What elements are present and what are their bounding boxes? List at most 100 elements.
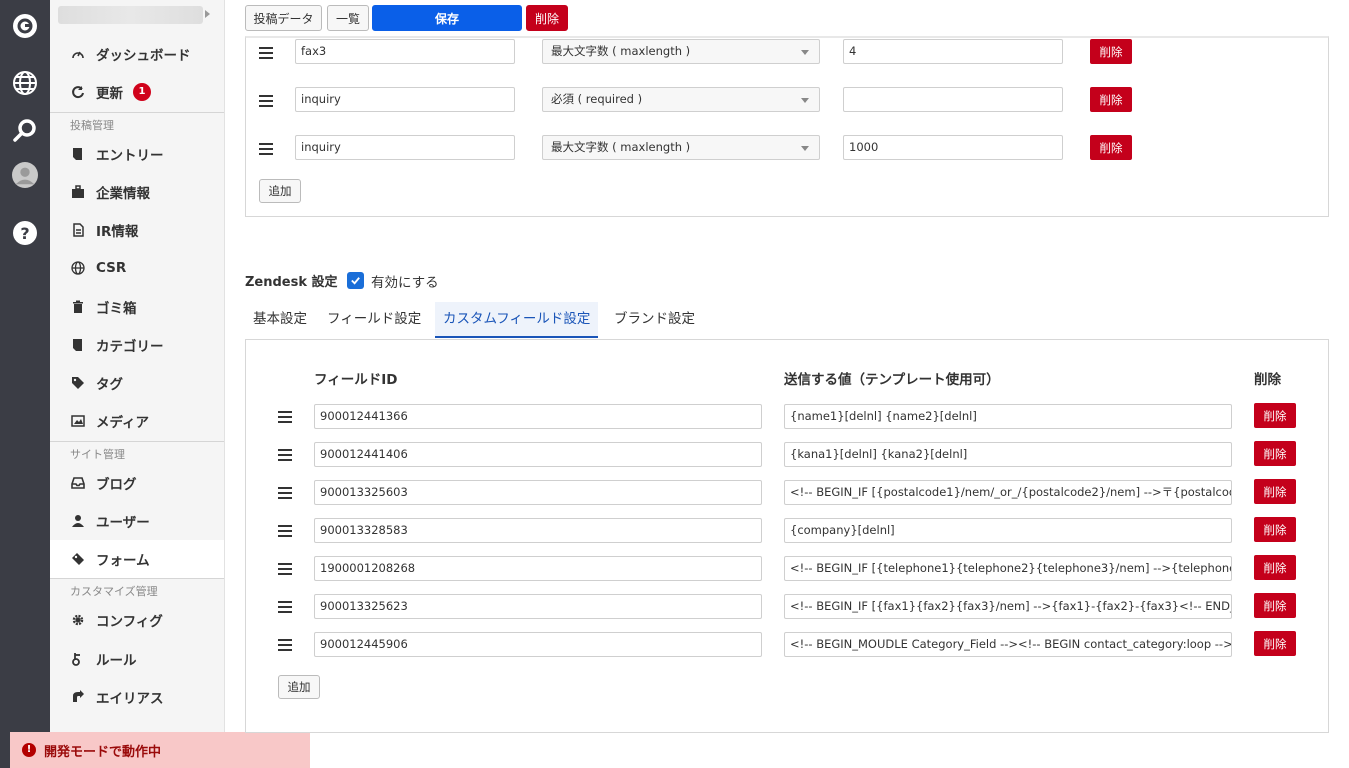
sidebar-item-update[interactable]: 更新 1	[50, 73, 224, 111]
field-id-input[interactable]: 900013325603	[314, 480, 762, 505]
validation-delete-button[interactable]: 削除	[1090, 39, 1132, 64]
dev-mode-banner: ! 開発モードで動作中	[10, 732, 310, 768]
validation-field-input[interactable]: inquiry	[295, 135, 515, 160]
drag-handle-icon[interactable]	[278, 449, 292, 461]
sidebar-item-media[interactable]: メディア	[50, 402, 224, 440]
drag-handle-icon[interactable]	[278, 601, 292, 613]
acms-logo-icon[interactable]	[11, 12, 39, 40]
validation-rule-select[interactable]: 必須 ( required )	[542, 87, 820, 112]
sidebar-item-label: 更新	[96, 86, 123, 102]
dev-mode-label: 開発モードで動作中	[44, 744, 162, 760]
delete-button[interactable]: 削除	[526, 5, 568, 31]
row-delete-button[interactable]: 削除	[1254, 631, 1296, 656]
sidebar-item-form[interactable]: フォーム	[50, 540, 224, 578]
drag-handle-icon[interactable]	[259, 95, 273, 107]
sidebar-item-category[interactable]: カテゴリー	[50, 326, 224, 364]
drag-handle-icon[interactable]	[259, 143, 273, 155]
sidebar-item-csr[interactable]: CSR	[50, 249, 224, 287]
drag-handle-icon[interactable]	[278, 525, 292, 537]
validation-delete-button[interactable]: 削除	[1090, 135, 1132, 160]
drag-handle-icon[interactable]	[278, 487, 292, 499]
file-icon	[70, 222, 86, 238]
help-icon[interactable]: ?	[11, 219, 39, 247]
sidebar-item-entry[interactable]: エントリー	[50, 135, 224, 173]
chevron-down-icon	[801, 146, 809, 151]
briefcase-icon	[70, 184, 86, 200]
custom-field-add-button[interactable]: 追加	[278, 675, 320, 699]
tab-field-settings[interactable]: フィールド設定	[319, 302, 429, 338]
list-button[interactable]: 一覧	[327, 5, 369, 31]
svg-text:?: ?	[20, 224, 29, 243]
validation-add-button[interactable]: 追加	[259, 179, 301, 203]
validation-rule-select[interactable]: 最大文字数 ( maxlength )	[542, 39, 820, 64]
drag-handle-icon[interactable]	[259, 47, 273, 59]
sidebar-item-config[interactable]: コンフィグ	[50, 601, 224, 639]
validation-value-input[interactable]: 4	[843, 39, 1063, 64]
field-id-input[interactable]: 900013325623	[314, 594, 762, 619]
avatar[interactable]	[11, 161, 39, 189]
field-value-input[interactable]: {kana1}[delnl] {kana2}[delnl]	[784, 442, 1232, 467]
warning-icon: !	[22, 743, 36, 757]
field-id-input[interactable]: 900013328583	[314, 518, 762, 543]
chevron-right-icon	[205, 10, 210, 18]
field-value-input[interactable]: <!-- BEGIN_IF [{fax1}{fax2}{fax3}/nem] -…	[784, 594, 1232, 619]
validation-rule-select[interactable]: 最大文字数 ( maxlength )	[542, 135, 820, 160]
drag-handle-icon[interactable]	[278, 563, 292, 575]
tab-basic-settings[interactable]: 基本設定	[245, 302, 315, 338]
zendesk-settings-label: Zendesk 設定	[245, 275, 338, 290]
globe-icon[interactable]	[11, 69, 39, 97]
sidebar-item-tag[interactable]: タグ	[50, 364, 224, 402]
row-delete-button[interactable]: 削除	[1254, 479, 1296, 504]
validation-value-input[interactable]: 1000	[843, 135, 1063, 160]
row-delete-button[interactable]: 削除	[1254, 593, 1296, 618]
drag-handle-icon[interactable]	[278, 411, 292, 423]
update-count-badge: 1	[133, 83, 151, 101]
document-icon	[70, 146, 86, 162]
chevron-down-icon	[801, 98, 809, 103]
column-header-field-id: フィールドID	[314, 372, 398, 388]
sidebar-item-label: フォーム	[96, 553, 150, 569]
column-header-value: 送信する値（テンプレート使用可）	[784, 372, 1000, 388]
field-id-input[interactable]: 900012445906	[314, 632, 762, 657]
field-value-input[interactable]: <!-- BEGIN_MOUDLE Category_Field --><!--…	[784, 632, 1232, 657]
sidebar-item-label: CSR	[96, 260, 127, 276]
chevron-down-icon	[801, 50, 809, 55]
search-icon[interactable]	[11, 117, 39, 145]
row-delete-button[interactable]: 削除	[1254, 517, 1296, 542]
validation-value-input[interactable]	[843, 87, 1063, 112]
field-id-input[interactable]: 1900001208268	[314, 556, 762, 581]
sidebar-item-trash[interactable]: ゴミ箱	[50, 288, 224, 326]
field-value-input[interactable]: <!-- BEGIN_IF [{postalcode1}/nem/_or_/{p…	[784, 480, 1232, 505]
field-id-input[interactable]: 900012441406	[314, 442, 762, 467]
sidebar-item-blog[interactable]: ブログ	[50, 464, 224, 502]
zendesk-enable-label: 有効にする	[371, 275, 439, 291]
row-delete-button[interactable]: 削除	[1254, 441, 1296, 466]
site-selector[interactable]	[58, 6, 203, 24]
sidebar-item-label: エイリアス	[96, 691, 164, 707]
sidebar-section-title: サイト管理	[50, 441, 224, 463]
field-value-input[interactable]: <!-- BEGIN_IF [{telephone1}{telephone2}{…	[784, 556, 1232, 581]
row-delete-button[interactable]: 削除	[1254, 555, 1296, 580]
drag-handle-icon[interactable]	[278, 639, 292, 651]
row-delete-button[interactable]: 削除	[1254, 403, 1296, 428]
sidebar-item-label: ブログ	[96, 477, 137, 493]
tab-brand-settings[interactable]: ブランド設定	[606, 302, 703, 338]
sidebar-item-label: ユーザー	[96, 515, 150, 531]
sidebar-item-user[interactable]: ユーザー	[50, 502, 224, 540]
validation-delete-button[interactable]: 削除	[1090, 87, 1132, 112]
validation-field-input[interactable]: fax3	[295, 39, 515, 64]
sidebar-item-label: ルール	[96, 653, 137, 669]
field-value-input[interactable]: {company}[delnl]	[784, 518, 1232, 543]
tab-custom-field-settings[interactable]: カスタムフィールド設定	[435, 302, 599, 338]
sidebar-item-company[interactable]: 企業情報	[50, 173, 224, 211]
sidebar-item-rule[interactable]: ルール	[50, 640, 224, 678]
field-id-input[interactable]: 900012441366	[314, 404, 762, 429]
validation-field-input[interactable]: inquiry	[295, 87, 515, 112]
field-value-input[interactable]: {name1}[delnl] {name2}[delnl]	[784, 404, 1232, 429]
post-data-button[interactable]: 投稿データ	[245, 5, 322, 31]
save-button[interactable]: 保存	[372, 5, 522, 31]
sidebar-item-ir[interactable]: IR情報	[50, 211, 224, 249]
zendesk-enable-checkbox[interactable]	[347, 272, 364, 289]
sidebar-item-dashboard[interactable]: ダッシュボード	[50, 35, 224, 73]
sidebar-item-alias[interactable]: エイリアス	[50, 678, 224, 716]
